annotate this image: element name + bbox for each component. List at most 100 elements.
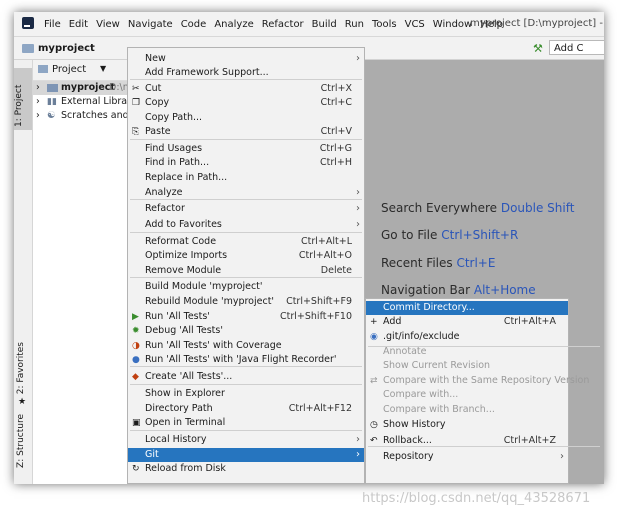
menu-item-label: Local History <box>145 434 207 445</box>
tool-tab-project[interactable]: 1: Project <box>14 68 32 130</box>
intellij-logo-icon <box>22 17 34 29</box>
menu-edit[interactable]: Edit <box>69 19 88 30</box>
menu-item-analyze[interactable]: Analyze › <box>128 186 364 200</box>
menu-item-refactor[interactable]: Refactor › <box>128 202 364 216</box>
tip-recent-files: Recent Files Ctrl+E <box>381 256 495 270</box>
project-view-icon <box>38 65 48 73</box>
menu-item-show-current-revision: Show Current Revision <box>366 359 568 373</box>
menu-analyze[interactable]: Analyze <box>214 19 253 30</box>
menu-tools[interactable]: Tools <box>372 19 397 30</box>
menu-vcs[interactable]: VCS <box>405 19 425 30</box>
chevron-right-icon: › <box>356 449 360 460</box>
menu-item-run-all-tests[interactable]: ▶ Run 'All Tests' Ctrl+Shift+F10 <box>128 310 364 324</box>
menu-window[interactable]: Window <box>433 19 472 30</box>
menu-item-label: Repository <box>383 451 434 462</box>
menu-item-label: Add Framework Support... <box>145 67 269 78</box>
tip-text: Recent Files <box>381 256 453 270</box>
menu-item-remove-module[interactable]: Remove Module Delete <box>128 264 364 278</box>
menu-item-copy[interactable]: ❐ Copy Ctrl+C <box>128 96 364 110</box>
menu-navigate[interactable]: Navigate <box>128 19 173 30</box>
menu-item-git[interactable]: Git › <box>128 448 364 462</box>
menu-item-shortcut: Ctrl+C <box>320 97 353 108</box>
scissors-icon: ✂ <box>132 84 140 94</box>
project-context-menu: New › Add Framework Support... ✂ Cut Ctrl+X ❐ C… <box>127 47 365 484</box>
tip-text: Navigation Bar <box>381 283 471 297</box>
menu-item-show-in-explorer[interactable]: Show in Explorer <box>128 387 364 401</box>
menu-item-label: Optimize Imports <box>145 250 228 261</box>
chevron-right-icon[interactable]: › <box>36 81 40 95</box>
menu-separator <box>130 430 362 431</box>
menu-item-compare-with: Compare with... <box>366 388 568 402</box>
menu-item-git-info-exclude[interactable]: ◉ .git/info/exclude <box>366 330 568 344</box>
menu-file[interactable]: File <box>44 19 61 30</box>
menu-separator <box>130 384 362 385</box>
menu-item-shortcut: Ctrl+H <box>319 157 352 168</box>
menu-item-build-module-myproject[interactable]: Build Module 'myproject' <box>128 280 364 294</box>
menu-item-local-history[interactable]: Local History › <box>128 433 364 447</box>
menu-separator <box>130 79 362 80</box>
watermark: https://blog.csdn.net/qq_43528671 <box>362 491 591 506</box>
menu-item-commit-directory[interactable]: Commit Directory... <box>366 301 568 315</box>
menu-view[interactable]: View <box>96 19 120 30</box>
menu-item-shortcut: Ctrl+Shift+F10 <box>280 311 352 322</box>
menu-build[interactable]: Build <box>312 19 337 30</box>
profiler-icon: ● <box>132 355 140 365</box>
menu-separator <box>130 199 362 200</box>
tip-shortcut: Ctrl+E <box>456 256 496 270</box>
menu-refactor[interactable]: Refactor <box>262 19 304 30</box>
chevron-right-icon[interactable]: › <box>36 95 40 109</box>
menu-item-label: Replace in Path... <box>145 172 228 183</box>
chevron-right-icon[interactable]: › <box>36 109 40 123</box>
menu-item-rebuild-module-myproject[interactable]: Rebuild Module 'myproject' Ctrl+Shift+F9 <box>128 295 364 309</box>
menu-item-shortcut: Delete <box>320 265 352 276</box>
menu-item-optimize-imports[interactable]: Optimize Imports Ctrl+Alt+O <box>128 249 364 263</box>
build-hammer-icon[interactable]: ⚒ <box>533 42 543 55</box>
menu-item-show-history[interactable]: ◷ Show History <box>366 418 568 432</box>
menu-item-cut[interactable]: ✂ Cut Ctrl+X <box>128 82 364 96</box>
module-folder-icon <box>47 84 58 92</box>
breadcrumb-project[interactable]: myproject <box>38 43 95 54</box>
menu-run[interactable]: Run <box>345 19 364 30</box>
menu-item-find-in-path[interactable]: Find in Path... Ctrl+H <box>128 156 364 170</box>
menu-item-add-to-favorites[interactable]: Add to Favorites › <box>128 218 364 232</box>
tool-tab-favorites[interactable]: 2: Favorites <box>16 342 26 394</box>
menu-item-new[interactable]: New › <box>128 52 364 66</box>
menu-item-add[interactable]: + Add Ctrl+Alt+A <box>366 315 568 329</box>
menu-item-directory-path[interactable]: Directory Path Ctrl+Alt+F12 <box>128 402 364 416</box>
tree-item-myproject[interactable]: › myproject D:\m <box>33 81 132 95</box>
menu-item-label: Reformat Code <box>145 236 217 247</box>
menu-item-label: Find Usages <box>145 143 203 154</box>
menu-code[interactable]: Code <box>181 19 207 30</box>
menu-item-debug-all-tests[interactable]: ✹ Debug 'All Tests' <box>128 324 364 338</box>
tree-item-label: myproject <box>61 82 115 93</box>
menu-item-add-framework-support[interactable]: Add Framework Support... <box>128 66 364 80</box>
add-configuration-button[interactable]: Add C <box>549 40 604 55</box>
project-view-selector[interactable]: Project <box>52 64 86 75</box>
menu-item-label: .git/info/exclude <box>383 331 460 342</box>
menu-item-copy-path[interactable]: Copy Path... <box>128 111 364 125</box>
menu-item-reformat-code[interactable]: Reformat Code Ctrl+Alt+L <box>128 235 364 249</box>
left-tool-strip: 1: Project 2: Favorites ★ Z: Structure <box>14 60 33 484</box>
menu-item-create-all-tests[interactable]: ◆ Create 'All Tests'... <box>128 370 364 384</box>
breadcrumb[interactable]: myproject <box>22 43 95 54</box>
menu-item-label: Directory Path <box>145 403 213 414</box>
reload-icon: ↻ <box>132 464 140 474</box>
menu-item-run-all-tests-with-java-flight-recorder[interactable]: ● Run 'All Tests' with 'Java Flight Recor… <box>128 353 364 367</box>
menu-item-run-all-tests-with-coverage[interactable]: ◑ Run 'All Tests' with Coverage <box>128 339 364 353</box>
menu-item-open-in-terminal[interactable]: ▣ Open in Terminal <box>128 416 364 430</box>
tip-navigation-bar: Navigation Bar Alt+Home <box>381 283 536 297</box>
window-title: myproject [D:\myproject] - <box>470 18 603 29</box>
menu-item-shortcut: Ctrl+V <box>320 126 352 137</box>
menu-item-repository[interactable]: Repository › <box>366 450 568 464</box>
terminal-icon: ▣ <box>132 418 141 428</box>
tool-tab-structure[interactable]: Z: Structure <box>16 414 26 468</box>
chevron-down-icon[interactable]: ▼ <box>100 64 106 73</box>
menu-item-replace-in-path[interactable]: Replace in Path... <box>128 171 364 185</box>
menu-item-shortcut: Ctrl+Alt+F12 <box>288 403 352 414</box>
tip-go-to-file: Go to File Ctrl+Shift+R <box>381 228 518 242</box>
menu-item-label: Build Module 'myproject' <box>145 281 263 292</box>
menu-item-reload-from-disk[interactable]: ↻ Reload from Disk <box>128 462 364 476</box>
menu-item-paste[interactable]: ⎘ Paste Ctrl+V <box>128 125 364 139</box>
tip-shortcut: Double Shift <box>500 201 575 215</box>
menu-item-find-usages[interactable]: Find Usages Ctrl+G <box>128 142 364 156</box>
